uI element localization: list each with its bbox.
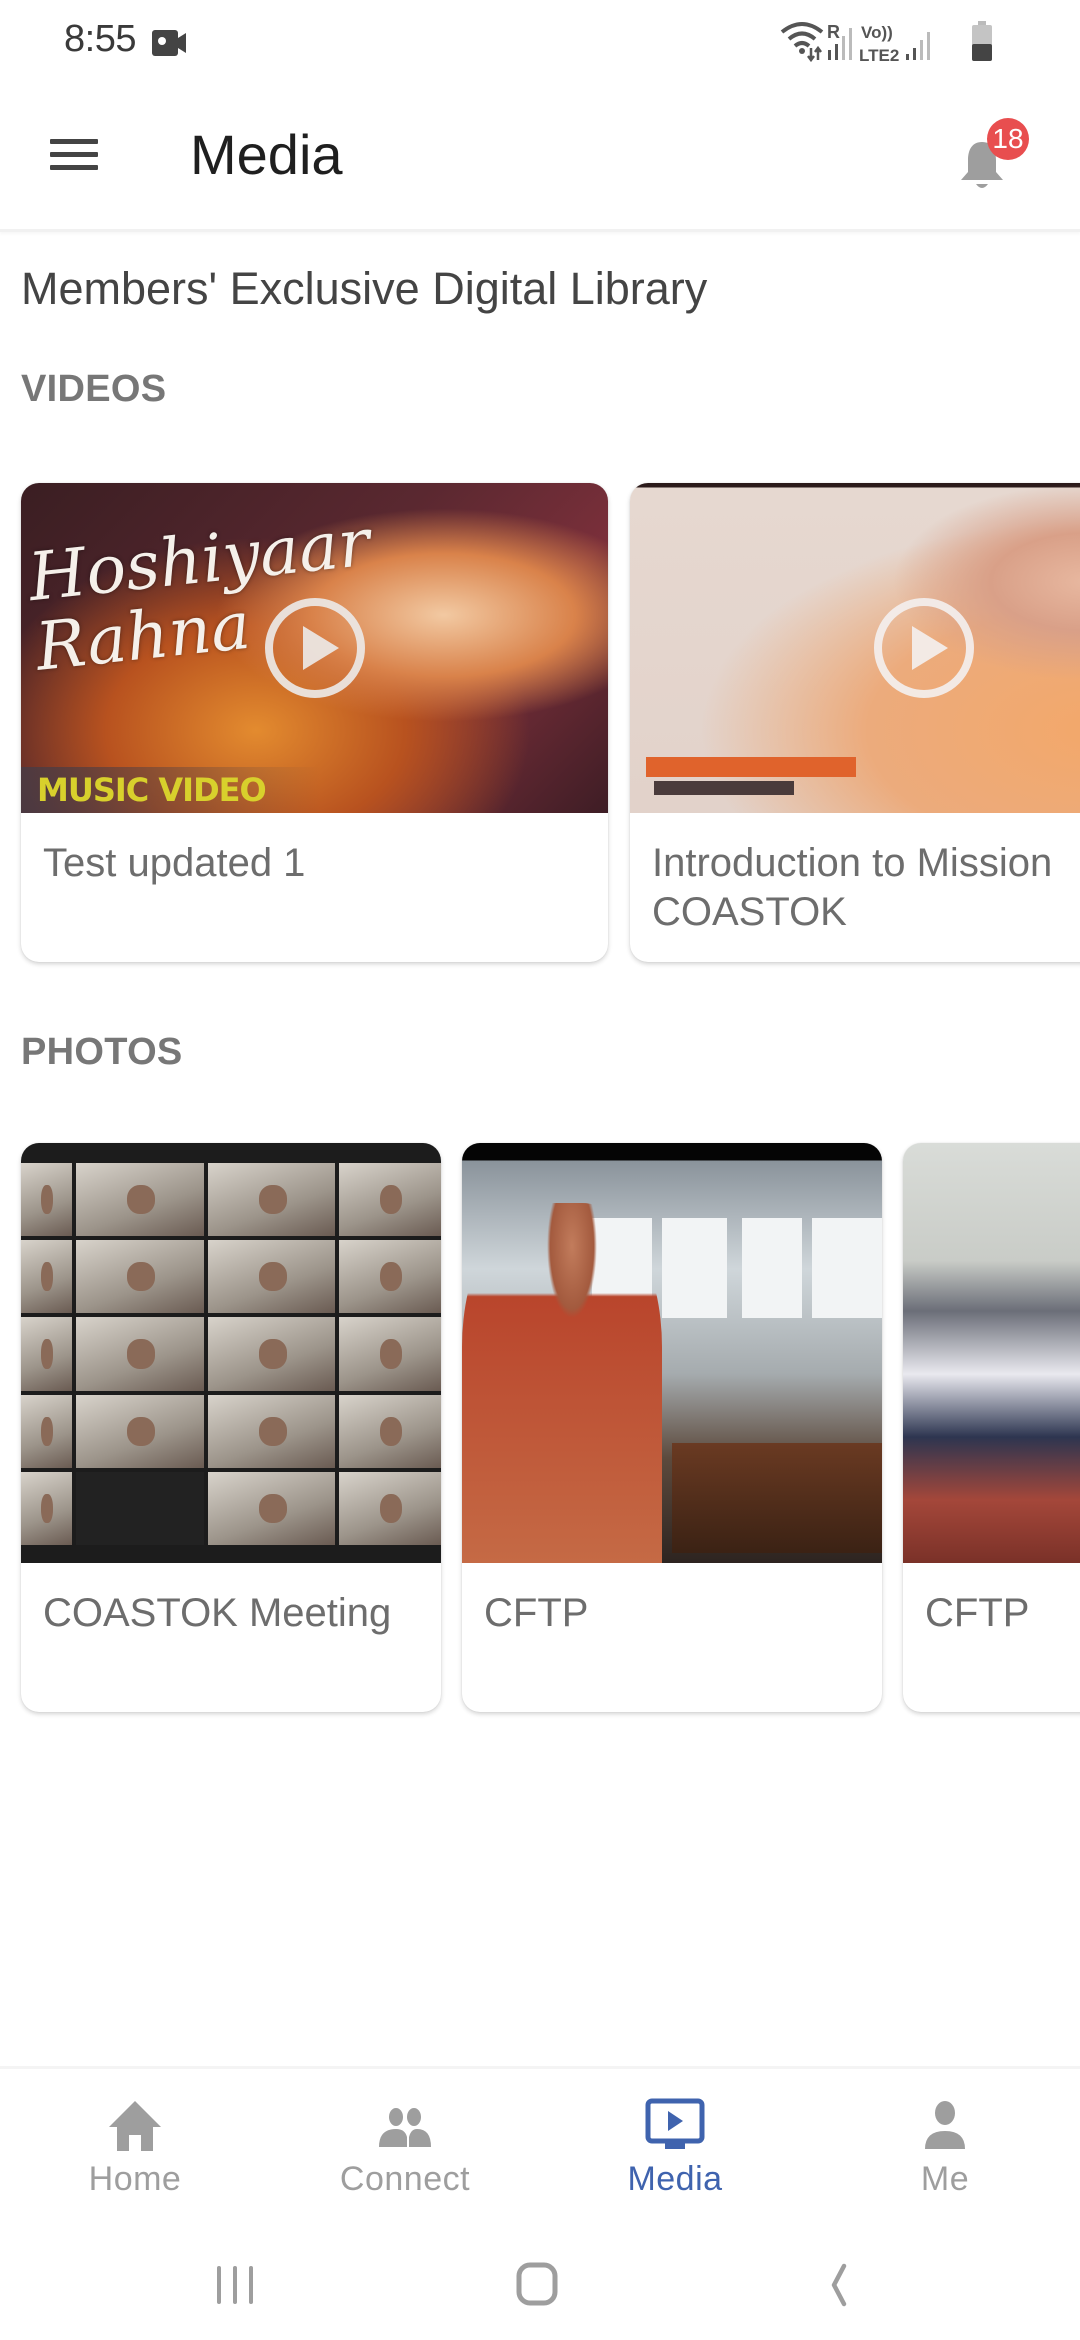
video-title: Test updated 1 — [43, 841, 306, 885]
photo-thumbnail[interactable] — [903, 1143, 1080, 1563]
svg-text:R: R — [827, 22, 840, 42]
wifi-data-icon — [780, 22, 824, 63]
nav-label: Connect — [339, 2160, 471, 2198]
svg-text:Vo)): Vo)) — [861, 23, 893, 42]
volte-lte2-signal-icon: Vo)) LTE2 — [859, 23, 930, 65]
home-icon — [109, 2101, 161, 2151]
svg-text:LTE2: LTE2 — [859, 46, 899, 65]
library-title: Members' Exclusive Digital Library — [21, 263, 708, 314]
videos-heading: VIDEOS — [21, 368, 167, 410]
person-icon — [925, 2101, 965, 2149]
photo-title: COASTOK Meeting — [43, 1591, 392, 1635]
play-circle-icon[interactable] — [872, 596, 976, 700]
notification-count-badge: 18 — [987, 118, 1029, 160]
video-card[interactable]: Hoshiyaar Rahna MUSIC VIDEO Test updated… — [21, 483, 608, 962]
page-title: Media — [190, 123, 343, 186]
media-play-screen-icon — [645, 2098, 705, 2149]
nav-label: Me — [920, 2160, 970, 2198]
status-icons: R Vo)) LTE2 — [780, 18, 1020, 66]
videos-carousel[interactable]: Hoshiyaar Rahna MUSIC VIDEO Test updated… — [0, 470, 1080, 980]
back-icon[interactable] — [800, 2252, 880, 2316]
hamburger-menu-icon[interactable] — [44, 124, 104, 184]
thumbnail-badge-text: MUSIC VIDEO — [37, 771, 267, 809]
roaming-signal-icon: R — [827, 22, 852, 60]
photo-title: CFTP — [484, 1591, 589, 1635]
video-title: Introduction to Mission COASTOK — [652, 841, 1053, 934]
nav-label: Media — [627, 2160, 723, 2198]
video-thumbnail[interactable] — [630, 483, 1080, 813]
nav-item-home[interactable]: Home — [0, 2069, 270, 2231]
photos-carousel[interactable]: COASTOK Meeting CFTP CFTP — [0, 1130, 1080, 1730]
photo-thumbnail[interactable] — [462, 1143, 882, 1563]
photo-title: CFTP — [925, 1591, 1030, 1635]
photo-card[interactable]: CFTP — [462, 1143, 882, 1712]
video-thumbnail[interactable]: Hoshiyaar Rahna MUSIC VIDEO — [21, 483, 608, 813]
photo-card[interactable]: CFTP — [903, 1143, 1080, 1712]
nav-item-me[interactable]: Me — [810, 2069, 1080, 2231]
photo-card[interactable]: COASTOK Meeting — [21, 1143, 441, 1712]
home-button-icon[interactable] — [497, 2252, 577, 2316]
app-bar: Media 18 — [0, 84, 1080, 232]
photos-heading: PHOTOS — [21, 1031, 183, 1073]
battery-icon — [972, 21, 992, 61]
people-icon — [379, 2108, 431, 2147]
play-circle-icon[interactable] — [263, 596, 367, 700]
video-card[interactable]: Introduction to Mission COASTOK — [630, 483, 1080, 962]
bottom-navigation: Home Connect Media Me — [0, 2066, 1080, 2228]
nav-item-media[interactable]: Media — [540, 2069, 810, 2231]
nav-item-connect[interactable]: Connect — [270, 2069, 540, 2231]
recent-apps-icon[interactable] — [195, 2252, 275, 2316]
video-record-icon — [152, 30, 186, 56]
nav-label: Home — [88, 2160, 182, 2198]
notifications-button[interactable]: 18 — [950, 118, 1030, 204]
status-bar: 8:55 R Vo)) LTE2 — [0, 0, 1080, 84]
status-time: 8:55 — [64, 18, 136, 60]
system-navigation-bar — [0, 2228, 1080, 2340]
photo-thumbnail[interactable] — [21, 1143, 441, 1563]
